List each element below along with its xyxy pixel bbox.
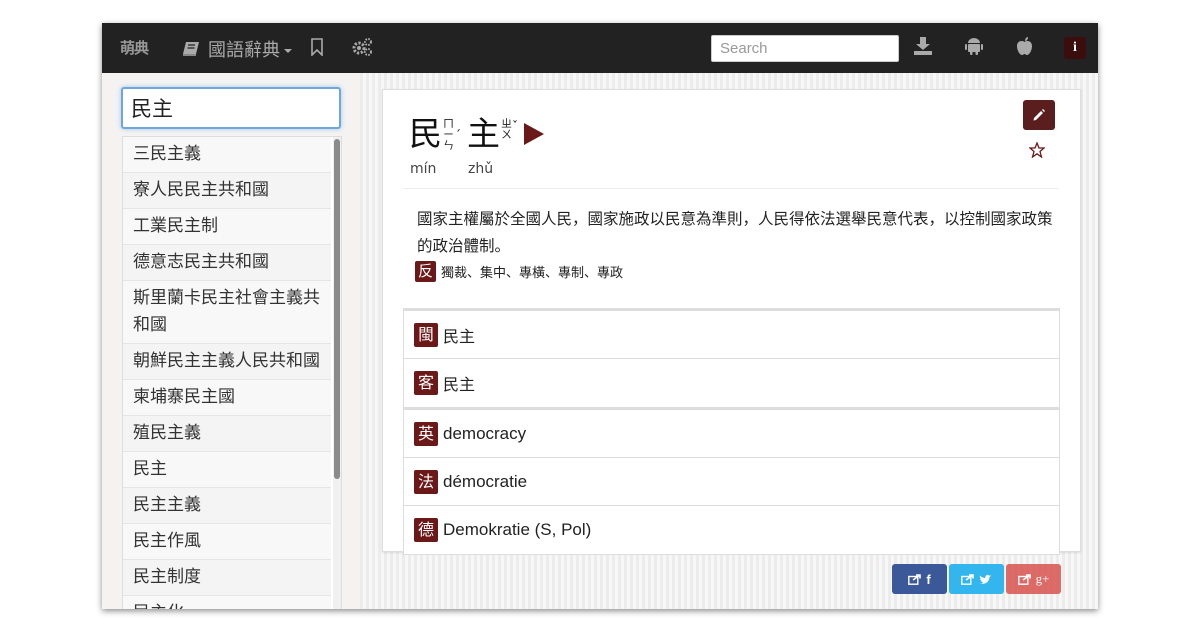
dialect-block: 閩 民主 客 民主 — [403, 308, 1060, 408]
app-window: 萌典 國語辭典 i 三民主義寮人民民主共和國工業民主制德意志民主共和國斯里 — [102, 23, 1098, 609]
result-item[interactable]: 民主作風 — [123, 524, 331, 560]
caret-down-icon — [284, 49, 292, 53]
translation-row-de: 德 Demokratie (S, Pol) — [404, 506, 1059, 554]
dictionary-menu[interactable]: 國語辭典 — [182, 36, 292, 62]
share-facebook-button[interactable]: f — [892, 564, 947, 594]
translation-tag: 英 — [414, 421, 438, 446]
translation-value: democracy — [443, 423, 527, 443]
bookmark-icon[interactable] — [310, 38, 324, 60]
translation-block: 英 democracy 法 démocratie 德 Demokratie (S… — [403, 407, 1060, 555]
scroll-thumb[interactable] — [334, 139, 340, 479]
dialect-row-min[interactable]: 閩 民主 — [404, 311, 1059, 359]
pinyin-2: zhǔ — [468, 161, 494, 177]
definition-text: 國家主權屬於全國人民，國家施政以民意為準則，人民得依法選舉民意代表，以控制國家政… — [417, 210, 1053, 255]
result-item[interactable]: 民主化 — [123, 596, 331, 609]
pinyin-1: mín — [410, 161, 437, 177]
navbar: 萌典 國語辭典 i — [102, 23, 1098, 73]
share-icon — [961, 573, 974, 585]
dialect-tag: 閩 — [414, 322, 438, 347]
facebook-icon: f — [926, 571, 931, 587]
tone-2: ˇ — [512, 119, 518, 133]
tone-1: ˊ — [455, 128, 461, 142]
antonym-tag: 反 — [415, 261, 436, 282]
pinyin-row: mín zhǔ — [410, 161, 526, 177]
result-item[interactable]: 民主 — [123, 452, 331, 488]
zhuyin-1: ㄇ ㄧ ㄣ — [443, 118, 454, 151]
zhuyin-1-c: ㄣ — [443, 139, 454, 152]
gears-icon[interactable] — [351, 37, 373, 61]
zhuyin-2: ㄓ ㄨ — [501, 118, 512, 140]
translation-row-fr: 法 démocratie — [404, 458, 1059, 506]
entry-title: 民 ㄇ ㄧ ㄣ ˊ 主 ㄓ ㄨ ˇ — [409, 114, 544, 154]
result-item[interactable]: 寮人民民主共和國 — [123, 173, 331, 209]
title-divider — [403, 188, 1059, 189]
result-item[interactable]: 工業民主制 — [123, 209, 331, 245]
brand-logo[interactable]: 萌典 — [120, 37, 149, 58]
result-item[interactable]: 朝鮮民主主義人民共和國 — [123, 344, 331, 380]
result-item[interactable]: 民主制度 — [123, 560, 331, 596]
translation-value: Demokratie (S, Pol) — [443, 520, 592, 539]
result-item[interactable]: 三民主義 — [123, 137, 331, 173]
edit-button[interactable] — [1023, 100, 1055, 130]
pencil-icon — [1033, 109, 1045, 121]
sidebar: 三民主義寮人民民主共和國工業民主制德意志民主共和國斯里蘭卡民主社會主義共和國朝鮮… — [102, 73, 360, 609]
dictionary-label: 國語辭典 — [208, 40, 280, 61]
google-plus-icon: g+ — [1035, 571, 1050, 586]
info-icon[interactable]: i — [1064, 37, 1086, 59]
dialect-value: 民主 — [443, 326, 476, 346]
query-input[interactable] — [121, 87, 341, 129]
result-item[interactable]: 德意志民主共和國 — [123, 245, 331, 281]
results-scrollbar[interactable] — [333, 137, 341, 609]
share-icon — [908, 573, 922, 585]
antonym-list[interactable]: 獨裁、集中、專橫、專制、專政 — [441, 262, 623, 281]
result-item[interactable]: 民主主義 — [123, 488, 331, 524]
result-item[interactable]: 斯里蘭卡民主社會主義共和國 — [123, 281, 331, 344]
play-audio-button[interactable] — [524, 123, 544, 145]
apple-icon[interactable] — [1016, 36, 1033, 60]
star-icon[interactable] — [1028, 141, 1046, 162]
dialect-row-hakka[interactable]: 客 民主 — [404, 359, 1059, 407]
results-list: 三民主義 寮人民民主共和國 工業民主制 德意志民主共和國 斯里蘭卡民主社會主義共和國 朝鮮… — [122, 136, 342, 609]
entry-char-2[interactable]: 主 — [467, 114, 500, 154]
share-icon — [1017, 573, 1031, 585]
share-google-button[interactable]: g+ — [1006, 564, 1061, 594]
translation-value: démocratie — [443, 471, 528, 491]
entry-card: 民 ㄇ ㄧ ㄣ ˊ 主 ㄓ ㄨ ˇ mín zhǔ 國家主權屬於全國人民，國家施政… — [382, 89, 1081, 555]
book-icon — [182, 41, 200, 57]
search-input[interactable] — [711, 35, 899, 62]
result-item[interactable]: 殖民主義 — [123, 416, 331, 452]
share-bar: f g+ — [892, 564, 1061, 594]
dialect-value: 民主 — [443, 375, 476, 394]
translation-tag: 德 — [414, 518, 438, 542]
antonym-row: 反 獨裁、集中、專橫、專制、專政 — [415, 261, 623, 282]
translation-row-en: 英 democracy — [404, 410, 1059, 458]
download-icon[interactable] — [913, 36, 933, 60]
dialect-tag: 客 — [414, 371, 438, 395]
twitter-icon — [979, 574, 992, 584]
entry-char-1[interactable]: 民 — [409, 114, 442, 154]
android-icon[interactable] — [965, 36, 983, 60]
share-twitter-button[interactable] — [949, 564, 1004, 594]
result-item[interactable]: 柬埔寨民主國 — [123, 380, 331, 416]
translation-tag: 法 — [414, 469, 438, 494]
zhuyin-2-b: ㄨ — [501, 128, 512, 141]
